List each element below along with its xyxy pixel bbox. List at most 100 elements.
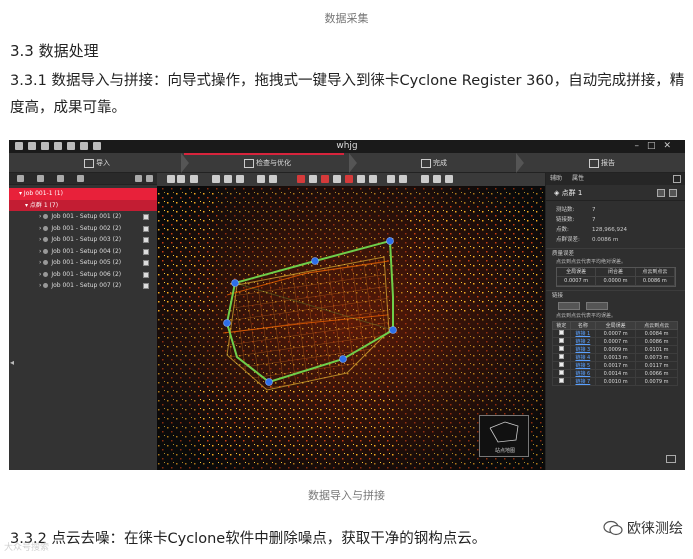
- links-table: 锁定 名称 全局误差 点云到点云 链接 1 0.0007 m 0.0084 m 链接 …: [552, 321, 678, 386]
- link-name[interactable]: 链接 4: [569, 353, 597, 362]
- link-error: 0.0010 m: [595, 377, 637, 386]
- lock-checkbox[interactable]: [558, 346, 564, 351]
- visibility-checkbox[interactable]: [143, 260, 149, 266]
- lock-checkbox[interactable]: [558, 338, 564, 343]
- collapse-left-icon[interactable]: ◂: [10, 358, 16, 367]
- viewport-toolbar: [157, 173, 545, 186]
- site-minimap[interactable]: 站点地图: [479, 415, 529, 457]
- quality-subtitle: 点云到点云代表平均绝对误差。: [556, 259, 627, 265]
- link-name[interactable]: 链接 6: [569, 369, 597, 378]
- link-c2c: 0.0079 m: [635, 377, 678, 386]
- list-view-icon[interactable]: [657, 189, 665, 197]
- table-row[interactable]: 链接 2 0.0007 m 0.0086 m: [552, 337, 678, 346]
- step-finalize[interactable]: 完成: [421, 153, 447, 173]
- link-name[interactable]: 链接 2: [569, 337, 597, 346]
- table-row[interactable]: 链接 7 0.0010 m 0.0079 m: [552, 377, 678, 386]
- properties-panel: 辅助 属性 ◈ 点群 1 测站数: 7 链接数: 7 点数: 128,966,924 …: [545, 173, 685, 470]
- pan-icon[interactable]: [269, 175, 277, 183]
- view-icon[interactable]: [236, 175, 244, 183]
- link-c2c: 0.0101 m: [635, 345, 678, 354]
- measure-icon[interactable]: [257, 175, 265, 183]
- setup-icon: [43, 225, 49, 231]
- filter-icon[interactable]: [369, 175, 377, 183]
- pin-icon[interactable]: [357, 175, 365, 183]
- chevron-icon: [349, 153, 357, 173]
- step-report[interactable]: 报告: [589, 153, 615, 173]
- grid-view-icon[interactable]: [669, 189, 677, 197]
- target-icon[interactable]: [297, 175, 305, 183]
- tag-icon[interactable]: [309, 175, 317, 183]
- lock-checkbox[interactable]: [558, 362, 564, 367]
- import-icon: [84, 158, 94, 168]
- table-row[interactable]: 链接 4 0.0013 m 0.0073 m: [552, 353, 678, 362]
- panel-expand-icon[interactable]: [666, 455, 676, 463]
- visibility-checkbox[interactable]: [143, 225, 149, 232]
- layers-icon[interactable]: [421, 175, 429, 183]
- tree-tool-icon[interactable]: [17, 175, 24, 182]
- paragraph-332: 3.3.2 点云去噪：在徕卡Cyclone软件中删除噪点，获取干净的钢构点云。: [10, 531, 487, 547]
- tree-tool-icon[interactable]: [146, 175, 153, 182]
- link-name[interactable]: 链接 5: [569, 361, 597, 370]
- tree-tool-icon[interactable]: [77, 175, 84, 182]
- window-titlebar: whjg –□✕: [9, 140, 685, 153]
- fit-icon[interactable]: [190, 175, 198, 183]
- table-row[interactable]: 链接 3 0.0009 m 0.0101 m: [552, 345, 678, 354]
- tree-setup[interactable]: › Job 001 - Setup 003 (2): [9, 234, 157, 246]
- layers-icon[interactable]: [433, 175, 441, 183]
- tree-tool-icon[interactable]: [57, 175, 64, 182]
- visibility-checkbox[interactable]: [143, 248, 149, 255]
- link-name[interactable]: 链接 3: [569, 345, 597, 354]
- window-controls[interactable]: –□✕: [634, 141, 679, 151]
- tree-tool-icon[interactable]: [135, 175, 142, 182]
- lock-checkbox[interactable]: [558, 378, 564, 383]
- tree-setup[interactable]: › Job 001 - Setup 006 (2): [9, 269, 157, 281]
- tree-tool-icon[interactable]: [37, 175, 44, 182]
- table-row[interactable]: 链接 1 0.0007 m 0.0084 m: [552, 329, 678, 338]
- cloud-icon[interactable]: [321, 175, 329, 183]
- visibility-checkbox[interactable]: [143, 214, 149, 220]
- corner-watermark: 大众号搜索: [4, 543, 50, 553]
- camera-icon[interactable]: [212, 175, 220, 183]
- point-cloud-viewport[interactable]: 站点地图: [157, 173, 545, 470]
- lock-checkbox[interactable]: [558, 354, 564, 359]
- visibility-checkbox[interactable]: [143, 237, 149, 243]
- link-tool-button[interactable]: [586, 302, 608, 310]
- tree-setup[interactable]: › Job 001 - Setup 005 (2): [9, 257, 157, 269]
- step-import[interactable]: 导入: [84, 153, 110, 173]
- step-review[interactable]: 检查与优化: [244, 153, 291, 173]
- link-icon[interactable]: [387, 175, 395, 183]
- lock-checkbox[interactable]: [558, 330, 564, 335]
- tree-setup[interactable]: › Job 001 - Setup 007 (2): [9, 280, 157, 292]
- project-tree-panel: ▾ Job 001-1 (1) ▾ 点群 1 (7) › Job 001 - S…: [9, 173, 157, 470]
- layers-icon[interactable]: [445, 175, 453, 183]
- link-icon[interactable]: [399, 175, 407, 183]
- link-name[interactable]: 链接 1: [569, 329, 597, 338]
- table-row[interactable]: 链接 6 0.0014 m 0.0066 m: [552, 369, 678, 378]
- tree-setup[interactable]: › Job 001 - Setup 004 (2): [9, 246, 157, 258]
- tab-properties[interactable]: 属性: [572, 175, 584, 182]
- tree-root[interactable]: ▾ Job 001-1 (1): [9, 188, 157, 200]
- link-error: 0.0017 m: [595, 361, 637, 370]
- panel-toggle-icon[interactable]: [673, 175, 681, 183]
- cursor-icon[interactable]: [167, 175, 175, 183]
- tree-setup[interactable]: › Job 001 - Setup 001 (2): [9, 211, 157, 223]
- software-screenshot: whjg –□✕ 导入 检查与优化 完成 报告 ▾ Job 001-1 (1) …: [9, 140, 685, 470]
- link-tool-button[interactable]: [558, 302, 580, 310]
- lock-checkbox[interactable]: [558, 370, 564, 375]
- tab-assist[interactable]: 辅助: [550, 175, 562, 182]
- pen-icon[interactable]: [333, 175, 341, 183]
- setup-icon: [43, 214, 49, 219]
- select-icon[interactable]: [177, 175, 185, 183]
- visibility-checkbox[interactable]: [143, 283, 149, 289]
- split-icon[interactable]: [345, 175, 353, 183]
- link-error: 0.0014 m: [595, 369, 637, 378]
- table-row[interactable]: 链接 5 0.0017 m 0.0117 m: [552, 361, 678, 370]
- tree-setup[interactable]: › Job 001 - Setup 002 (2): [9, 223, 157, 235]
- report-icon: [589, 158, 599, 168]
- links-subtitle: 点云到点云代表平均误差。: [556, 313, 617, 319]
- tree-bundle[interactable]: ▾ 点群 1 (7): [9, 199, 157, 211]
- visibility-checkbox[interactable]: [143, 271, 149, 278]
- wechat-icon: [603, 520, 623, 536]
- link-name[interactable]: 链接 7: [569, 377, 597, 386]
- view-icon[interactable]: [224, 175, 232, 183]
